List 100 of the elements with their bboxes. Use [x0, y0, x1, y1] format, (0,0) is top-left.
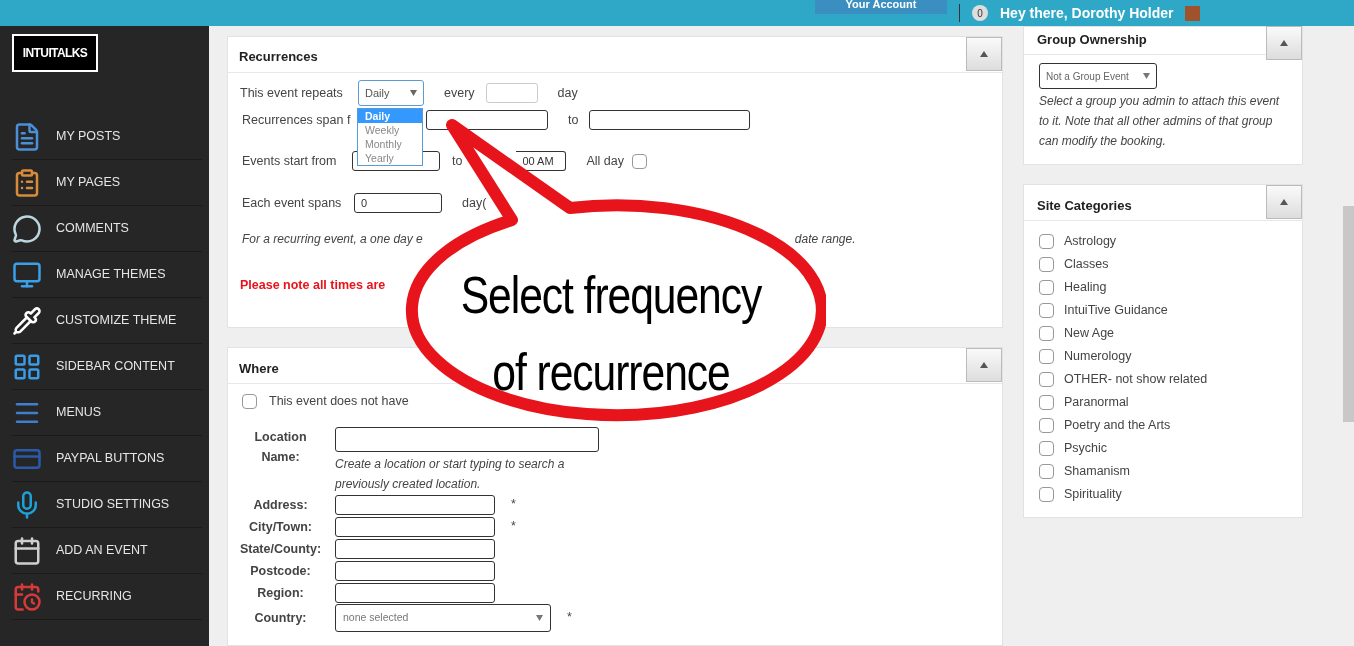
- required-mark: *: [567, 609, 572, 627]
- input-field[interactable]: [335, 538, 495, 559]
- input-field[interactable]: [335, 516, 495, 537]
- collapse-button[interactable]: [1266, 26, 1302, 60]
- sidebar-item[interactable]: MY PAGES: [12, 160, 202, 206]
- panel-title: Group Ownership: [1037, 31, 1147, 49]
- dropdown-option[interactable]: Yearly: [358, 151, 422, 165]
- input-field[interactable]: 00 AM: [516, 151, 567, 171]
- input-field[interactable]: [589, 110, 751, 130]
- field-label: Recurrences span f: [241, 111, 352, 129]
- checkbox[interactable]: [1039, 418, 1054, 433]
- required-mark: *: [511, 518, 516, 536]
- collapse-button[interactable]: [1266, 185, 1302, 219]
- required-mark: *: [511, 496, 516, 514]
- calendar-icon: [12, 535, 42, 566]
- checkbox[interactable]: [1039, 372, 1054, 387]
- eyedropper-icon: [12, 305, 42, 336]
- repeat-select[interactable]: Daily: [358, 80, 424, 106]
- field-label: day: [557, 84, 578, 102]
- checkbox[interactable]: [1039, 464, 1054, 479]
- field-label: Country:: [253, 609, 308, 627]
- checkbox[interactable]: [242, 393, 257, 409]
- sidebar-item[interactable]: CUSTOMIZE THEME: [12, 298, 202, 344]
- sidebar-item[interactable]: ADD AN EVENT: [12, 528, 202, 574]
- checkbox[interactable]: [1039, 487, 1054, 502]
- checkbox-label: Poetry and the Arts: [1064, 417, 1171, 435]
- checkbox-label: Shamanism: [1064, 463, 1130, 481]
- avatar[interactable]: [1185, 5, 1201, 21]
- logo: INTUITALKS: [12, 34, 98, 72]
- sidebar-item[interactable]: COMMENTS: [12, 206, 202, 252]
- group-select[interactable]: Not a Group Event: [1039, 63, 1157, 89]
- panel-title: Where: [239, 360, 279, 378]
- field-label: Region:: [256, 584, 305, 602]
- help-text: For a recurring event, a one day e: [242, 231, 423, 248]
- checkbox-label: OTHER- not show related: [1064, 371, 1208, 389]
- panel-title: Site Categories: [1037, 197, 1132, 215]
- collapse-button[interactable]: [966, 348, 1002, 382]
- triangle-up-icon: [980, 51, 988, 57]
- sidebar-item[interactable]: SIDEBAR CONTENT: [12, 344, 202, 390]
- input-field[interactable]: 0: [354, 193, 442, 213]
- input-field[interactable]: [335, 494, 495, 515]
- field-label: day(: [462, 194, 487, 212]
- checkbox[interactable]: [1039, 349, 1054, 364]
- input-field[interactable]: [335, 426, 599, 452]
- field-label: City/Town:: [248, 518, 313, 536]
- input-field[interactable]: [335, 560, 495, 581]
- checkbox[interactable]: [1039, 234, 1054, 249]
- help-text: Select a group you admin to attach this event to it. Note that all other admins of that group can modify the booking.: [1039, 93, 1281, 150]
- field-label: every: [444, 84, 475, 102]
- field-label: Postcode:: [249, 562, 312, 580]
- checkbox[interactable]: [631, 153, 647, 169]
- checkbox-label: Astrology: [1064, 233, 1117, 251]
- checkbox-label: New Age: [1064, 325, 1115, 343]
- triangle-up-icon: [980, 362, 988, 368]
- dropdown-option[interactable]: Weekly: [358, 123, 422, 137]
- notification-count[interactable]: 0: [972, 5, 988, 21]
- field-label: Events start from: [241, 152, 338, 170]
- checkbox[interactable]: [1039, 303, 1054, 318]
- checkbox-label: Classes: [1064, 256, 1109, 274]
- sidebar-item[interactable]: STUDIO SETTINGS: [12, 482, 202, 528]
- checkbox[interactable]: [1039, 280, 1054, 295]
- sidebar-item[interactable]: RECURRING: [12, 574, 202, 620]
- help-text: date range.: [794, 231, 856, 248]
- checkbox-label: Paranormal: [1064, 394, 1129, 412]
- caret-icon: [1143, 73, 1150, 79]
- input-field[interactable]: [335, 582, 495, 603]
- triangle-up-icon: [1280, 40, 1288, 46]
- checkbox-label: Spirituality: [1064, 486, 1122, 504]
- sidebar-item[interactable]: PAYPAL BUTTONS: [12, 436, 202, 482]
- field-label: All day: [586, 152, 624, 170]
- warning-text: Please note all times are: [240, 277, 386, 294]
- callout-text: Select frequency of recurrence: [459, 265, 763, 403]
- account-button[interactable]: Your Account: [815, 0, 947, 14]
- checkbox-label: Numerology: [1064, 348, 1132, 366]
- checkbox[interactable]: [1039, 257, 1054, 272]
- field-label: Address:: [252, 496, 309, 514]
- checkbox[interactable]: [1039, 326, 1054, 341]
- checkbox-label: Psychic: [1064, 440, 1108, 458]
- field-label: Each event spans: [241, 194, 343, 212]
- sidebar-item[interactable]: MENUS: [12, 390, 202, 436]
- checkbox-label: IntuiTive Guidance: [1064, 302, 1168, 320]
- help-text: Create a location or start typing to search a previously created location.: [335, 455, 566, 493]
- field-label: State/County:: [238, 540, 323, 558]
- sidebar-item[interactable]: MANAGE THEMES: [12, 252, 202, 298]
- scrollbar[interactable]: [1343, 206, 1354, 422]
- sidebar-item[interactable]: MY POSTS: [12, 114, 202, 160]
- triangle-up-icon: [1280, 199, 1288, 205]
- greeting: Hey there, Dorothy Holder: [1000, 3, 1174, 23]
- dropdown-option[interactable]: Monthly: [358, 137, 422, 151]
- panel-title: Recurrences: [239, 48, 318, 66]
- caret-icon: [536, 614, 543, 621]
- checkbox[interactable]: [1039, 441, 1054, 456]
- field-label: to: [452, 152, 463, 170]
- country-select[interactable]: none selected: [335, 603, 551, 632]
- checkbox[interactable]: [1039, 395, 1054, 410]
- input-field[interactable]: [426, 110, 548, 130]
- field-label: This event repeats: [240, 84, 344, 102]
- collapse-button[interactable]: [966, 37, 1002, 71]
- field-label: Location Name:: [253, 428, 308, 466]
- field-label: to: [568, 111, 579, 129]
